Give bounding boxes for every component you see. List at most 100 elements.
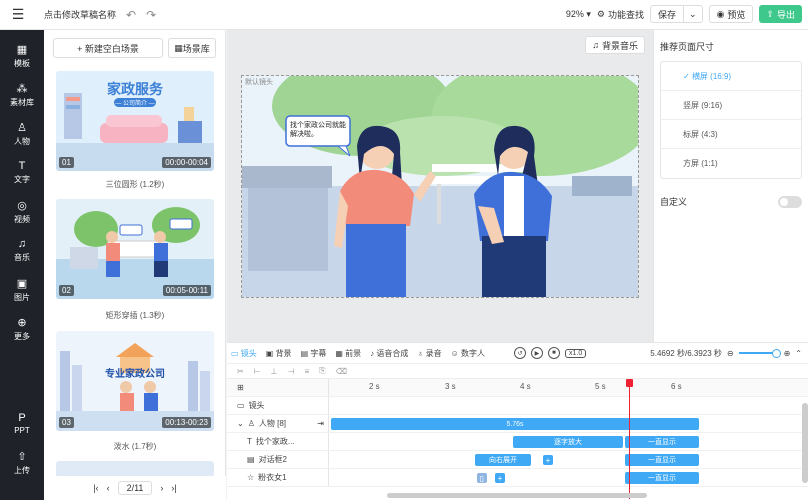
horizontal-scrollbar[interactable] — [387, 493, 647, 498]
scene-thumbnail-4[interactable] — [56, 461, 214, 477]
delete-icon[interactable]: ⌫ — [336, 367, 347, 376]
sidebar-item-image[interactable]: ▣ 图片 — [0, 270, 44, 309]
custom-size-label: 自定义 — [660, 197, 688, 207]
text-icon: T — [18, 160, 26, 172]
prev-page-icon[interactable]: ‹ — [107, 483, 110, 493]
play-icon[interactable]: ▶ — [530, 347, 543, 359]
clip-typing[interactable]: 逐字放大 — [513, 436, 623, 448]
timeline: ▭ 镜头 ▣ 背景 ▤ 字幕 ▦ 前景 ♪ 语音合成 ♁ 录音 ☺ 数字人 ↺ … — [227, 342, 808, 500]
clip-person-group[interactable]: 5.76s — [331, 418, 699, 430]
canvas-label: 默认镜头 — [245, 79, 273, 86]
music-icon: ♫ — [17, 238, 27, 250]
canvas[interactable]: 默认镜头 找个家政公司就能解决啦。 — [241, 75, 639, 298]
playhead[interactable] — [626, 379, 633, 499]
clip-always-show[interactable]: 一直显示 — [625, 454, 699, 466]
next-page-icon[interactable]: › — [160, 483, 163, 493]
preview-button[interactable]: ◉ 预览 — [708, 5, 754, 23]
sidebar-item-more[interactable]: ⊕ 更多 — [0, 309, 44, 348]
track-camera[interactable]: ▭ 镜头 — [227, 397, 808, 415]
align-center-icon[interactable]: ⊥ — [271, 367, 278, 376]
scene-thumbnail-2[interactable]: 02 00:05-00:11 — [56, 199, 214, 299]
sidebar-item-music[interactable]: ♫ 音乐 — [0, 231, 44, 270]
zoom-select[interactable]: 92% ▾ — [566, 9, 591, 20]
menu-icon[interactable]: ☰ — [0, 6, 36, 23]
track-person[interactable]: ☆ 粉衣女1 ▯ + 一直显示 — [227, 469, 808, 487]
first-page-icon[interactable]: |‹ — [93, 483, 98, 493]
align-left-icon[interactable]: ⊢ — [254, 367, 261, 376]
tab-camera[interactable]: ▭ 镜头 — [231, 348, 257, 359]
expand-icon[interactable]: ⌄ — [237, 419, 244, 428]
clip-expand-right[interactable]: 向右展开 — [475, 454, 531, 466]
sidebar-item-video[interactable]: ◎ 视频 — [0, 192, 44, 231]
collapse-icon[interactable]: ⌃ — [795, 349, 802, 358]
split-icon[interactable]: ✂ — [237, 367, 244, 376]
enter-icon[interactable]: ⇥ — [317, 419, 324, 428]
vertical-scrollbar[interactable] — [802, 403, 808, 483]
timeline-rows: ⊞ 2 s 3 s 4 s 5 s 6 s ▭ 镜头 ⌄ ♙ 人物 [8] ⇥ 5.76… — [227, 379, 808, 499]
scene-2-illustration — [56, 199, 214, 299]
sidebar-item-person[interactable]: ♙ 人物 — [0, 114, 44, 153]
page-number-input[interactable]: 2/11 — [117, 481, 153, 495]
keyframe-icon[interactable]: ▯ — [477, 473, 487, 483]
timeline-toolbar: ▭ 镜头 ▣ 背景 ▤ 字幕 ▦ 前景 ♪ 语音合成 ♁ 录音 ☺ 数字人 ↺ … — [227, 343, 808, 364]
replay-icon[interactable]: ↺ — [513, 347, 526, 359]
image-icon: ▣ — [16, 277, 28, 290]
tab-subtitle[interactable]: ▤ 字幕 — [301, 348, 327, 359]
background-music-button[interactable]: ♫ 背景音乐 — [585, 36, 645, 54]
clip-always-show[interactable]: 一直显示 — [625, 436, 699, 448]
scene-illustration — [242, 76, 638, 297]
stop-icon[interactable]: ■ — [547, 347, 560, 359]
draft-title[interactable]: 点击修改草稿名称 — [44, 8, 116, 21]
tab-tts[interactable]: ♪ 语音合成 — [370, 348, 408, 359]
template-icon: ▦ — [16, 43, 28, 56]
custom-size-toggle[interactable] — [778, 195, 802, 208]
scene-duration: 00:13-00:23 — [162, 417, 211, 428]
sidebar-item-ppt[interactable]: P PPT — [0, 404, 44, 443]
undo-icon[interactable]: ↶ — [126, 8, 136, 22]
tab-record[interactable]: ♁ 录音 — [417, 348, 441, 359]
distribute-icon[interactable]: ≡ — [305, 367, 310, 376]
size-option-landscape[interactable]: ✓ 横屏 (16:9) — [661, 62, 801, 91]
tab-background[interactable]: ▣ 背景 — [266, 348, 292, 359]
save-button[interactable]: 保存 ⌄ — [650, 5, 703, 23]
align-right-icon[interactable]: ⊣ — [288, 367, 295, 376]
add-animation-icon[interactable]: + — [543, 455, 553, 465]
speech-bubble-text[interactable]: 找个家政公司就能解决啦。 — [290, 121, 348, 139]
more-icon: ⊕ — [17, 316, 27, 329]
track-dialog[interactable]: ▤ 对话框2 向右展开 + 一直显示 — [227, 451, 808, 469]
tab-digital-human[interactable]: ☺ 数字人 — [451, 348, 485, 359]
size-option-portrait[interactable]: 竖屏 (9:16) — [661, 91, 801, 120]
scene-number: 02 — [59, 285, 74, 296]
chevron-down-icon[interactable]: ⌄ — [683, 6, 702, 22]
clip-always-show[interactable]: 一直显示 — [625, 472, 699, 484]
add-animation-icon[interactable]: + — [495, 473, 505, 483]
panel-title: 推荐页面尺寸 — [660, 42, 715, 52]
scene-library-button[interactable]: ▦ 场景库 — [168, 38, 216, 58]
ruler-tick: 6 s — [671, 382, 682, 391]
tab-foreground[interactable]: ▦ 前景 — [335, 348, 361, 359]
sidebar-item-text[interactable]: T 文字 — [0, 153, 44, 192]
last-page-icon[interactable]: ›| — [171, 483, 176, 493]
track-text[interactable]: T 找个家政... 逐字放大 一直显示 — [227, 433, 808, 451]
track-person-group[interactable]: ⌄ ♙ 人物 [8] ⇥ 5.76s — [227, 415, 808, 433]
speed-select[interactable]: x1.0 — [564, 348, 587, 358]
scene-thumbnail-3[interactable]: 专业家政公司 03 00:13-00:23 — [56, 331, 214, 431]
copy-icon[interactable]: ⎘ — [319, 366, 325, 376]
size-option-square[interactable]: 方屏 (1:1) — [661, 149, 801, 178]
sidebar-item-library[interactable]: ⁂ 素材库 — [0, 75, 44, 114]
redo-icon[interactable]: ↷ — [146, 8, 156, 22]
export-button[interactable]: ⇪ 导出 — [759, 5, 802, 23]
scene-thumbnail-1[interactable]: 家政服务 — 公司简介 — 01 00:00-00:04 — [56, 71, 214, 171]
zoom-in-icon[interactable]: ⊕ — [784, 349, 791, 358]
size-option-standard[interactable]: 标屏 (4:3) — [661, 120, 801, 149]
ruler-tick: 5 s — [595, 382, 606, 391]
zoom-out-icon[interactable]: ⊖ — [727, 349, 734, 358]
camera-icon: ▭ — [237, 401, 245, 410]
feature-search-button[interactable]: ⚙ 功能查找 — [597, 8, 644, 21]
video-icon: ◎ — [17, 199, 27, 212]
sidebar-item-upload[interactable]: ⇧ 上传 — [0, 443, 44, 482]
timeline-zoom-slider[interactable] — [738, 349, 781, 358]
sidebar-item-template[interactable]: ▦ 模板 — [0, 36, 44, 75]
new-blank-scene-button[interactable]: + 新建空白场景 — [53, 38, 163, 58]
sidebar: ▦ 模板 ⁂ 素材库 ♙ 人物 T 文字 ◎ 视频 ♫ 音乐 ▣ 图片 ⊕ 更多 P PPT ⇧ 上… — [0, 30, 44, 500]
